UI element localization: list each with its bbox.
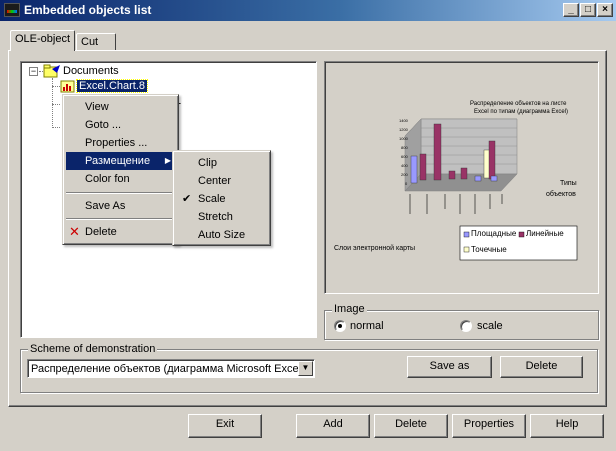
submenu-item-auto-size[interactable]: Auto Size: [176, 226, 267, 244]
menu-item-delete-label: Delete: [85, 226, 117, 238]
radio-scale[interactable]: [460, 320, 472, 332]
tree-collapse-icon[interactable]: −: [29, 67, 38, 76]
submenu-item-clip[interactable]: Clip: [176, 154, 267, 172]
radio-scale-label[interactable]: scale: [477, 320, 503, 332]
exit-button[interactable]: Exit: [188, 414, 262, 438]
radio-normal-label[interactable]: normal: [350, 320, 384, 332]
dropdown-arrow-icon[interactable]: ▼: [298, 361, 313, 376]
title-bar[interactable]: Embedded objects list _ □ ×: [0, 0, 616, 21]
help-button[interactable]: Help: [530, 414, 604, 438]
delete-button[interactable]: Delete: [374, 414, 448, 438]
menu-separator: [66, 192, 175, 194]
scheme-delete-button[interactable]: Delete: [500, 356, 583, 378]
menu-item-view[interactable]: View: [66, 98, 175, 116]
tree-line: [52, 86, 60, 87]
minimize-button[interactable]: _: [563, 3, 579, 17]
chart-preview: 14001200 1000800 600400 2000: [399, 118, 578, 261]
chart-title-line2: Excel по типам (диаграмма Excel): [474, 109, 569, 115]
properties-button[interactable]: Properties: [452, 414, 526, 438]
legend-label-point: Точечные: [471, 245, 507, 254]
chart-bar: [490, 175, 498, 182]
chart-bar: [460, 167, 468, 180]
legend-swatch: [463, 246, 470, 253]
chart-axis-caption-line1: Типы: [560, 180, 577, 187]
menu-item-placement-label: Размещение: [85, 155, 151, 167]
placement-submenu[interactable]: Clip Center ✔ Scale Stretch Auto Size: [172, 150, 271, 246]
legend-swatch: [463, 231, 470, 238]
submenu-item-stretch[interactable]: Stretch: [176, 208, 267, 226]
submenu-item-scale[interactable]: ✔ Scale: [176, 190, 267, 208]
submenu-item-center[interactable]: Center: [176, 172, 267, 190]
tab-label: OLE-object: [15, 33, 71, 45]
add-button[interactable]: Add: [296, 414, 370, 438]
svg-text:1000: 1000: [399, 136, 409, 141]
legend-label-area: Площадные: [471, 229, 517, 238]
scheme-group-label: Scheme of demonstration: [28, 343, 158, 355]
chart-bar: [410, 155, 418, 184]
svg-text:600: 600: [401, 154, 408, 159]
scheme-combo-value: Распределение объектов (диаграмма Micros…: [31, 363, 305, 375]
context-menu[interactable]: View Goto ... Properties ... Размещение …: [62, 94, 179, 245]
chart-bar: [488, 140, 496, 180]
svg-text:400: 400: [401, 163, 408, 168]
svg-text:200: 200: [401, 172, 408, 177]
menu-item-color-fon[interactable]: Color fon: [66, 170, 175, 188]
chart-bar: [474, 175, 482, 182]
tab-label: Cut: [81, 36, 99, 48]
tab-ole-object[interactable]: OLE-object: [10, 30, 75, 51]
scheme-combo[interactable]: Распределение объектов (диаграмма Micros…: [27, 359, 315, 378]
image-group-label: Image: [332, 303, 367, 315]
close-button[interactable]: ×: [597, 3, 613, 17]
excel-chart-icon: [60, 80, 75, 93]
chart-axis-caption-line2: объектов: [546, 191, 576, 198]
menu-item-goto[interactable]: Goto ...: [66, 116, 175, 134]
tab-cut[interactable]: Cut: [76, 33, 116, 51]
menu-item-properties[interactable]: Properties ...: [66, 134, 175, 152]
app-icon: [4, 3, 20, 17]
chart-bar: [448, 170, 456, 180]
window-title: Embedded objects list: [24, 3, 152, 17]
tree-line: [52, 127, 60, 128]
svg-text:800: 800: [401, 145, 408, 150]
menu-separator: [66, 218, 175, 220]
maximize-button[interactable]: □: [580, 3, 596, 17]
chart-bar: [419, 153, 427, 181]
tree-line: [52, 104, 60, 105]
tree-item-selected[interactable]: Excel.Chart.8: [75, 79, 149, 93]
radio-normal[interactable]: [334, 320, 346, 332]
submenu-arrow-icon: ▶: [164, 156, 171, 165]
chart-title-line1: Распределение объектов на листе: [470, 101, 567, 107]
menu-item-delete[interactable]: ✕ Delete: [66, 223, 175, 241]
submenu-item-scale-label: Scale: [198, 193, 226, 205]
documents-folder-icon: [43, 64, 60, 78]
tree-root-label[interactable]: Documents: [63, 65, 119, 77]
chart-bottom-caption: Слои электронной карты: [334, 245, 416, 252]
chart-bar: [433, 123, 442, 181]
menu-item-placement[interactable]: Размещение ▶: [66, 152, 175, 170]
checkmark-icon: ✔: [182, 193, 192, 205]
svg-text:1400: 1400: [399, 118, 409, 123]
legend-label-linear: Линейные: [526, 229, 564, 238]
delete-x-icon: ✕: [69, 224, 80, 239]
scheme-save-as-button[interactable]: Save as: [407, 356, 492, 378]
legend-swatch: [518, 231, 525, 238]
svg-text:1200: 1200: [399, 127, 409, 132]
menu-item-save-as[interactable]: Save As: [66, 197, 175, 215]
